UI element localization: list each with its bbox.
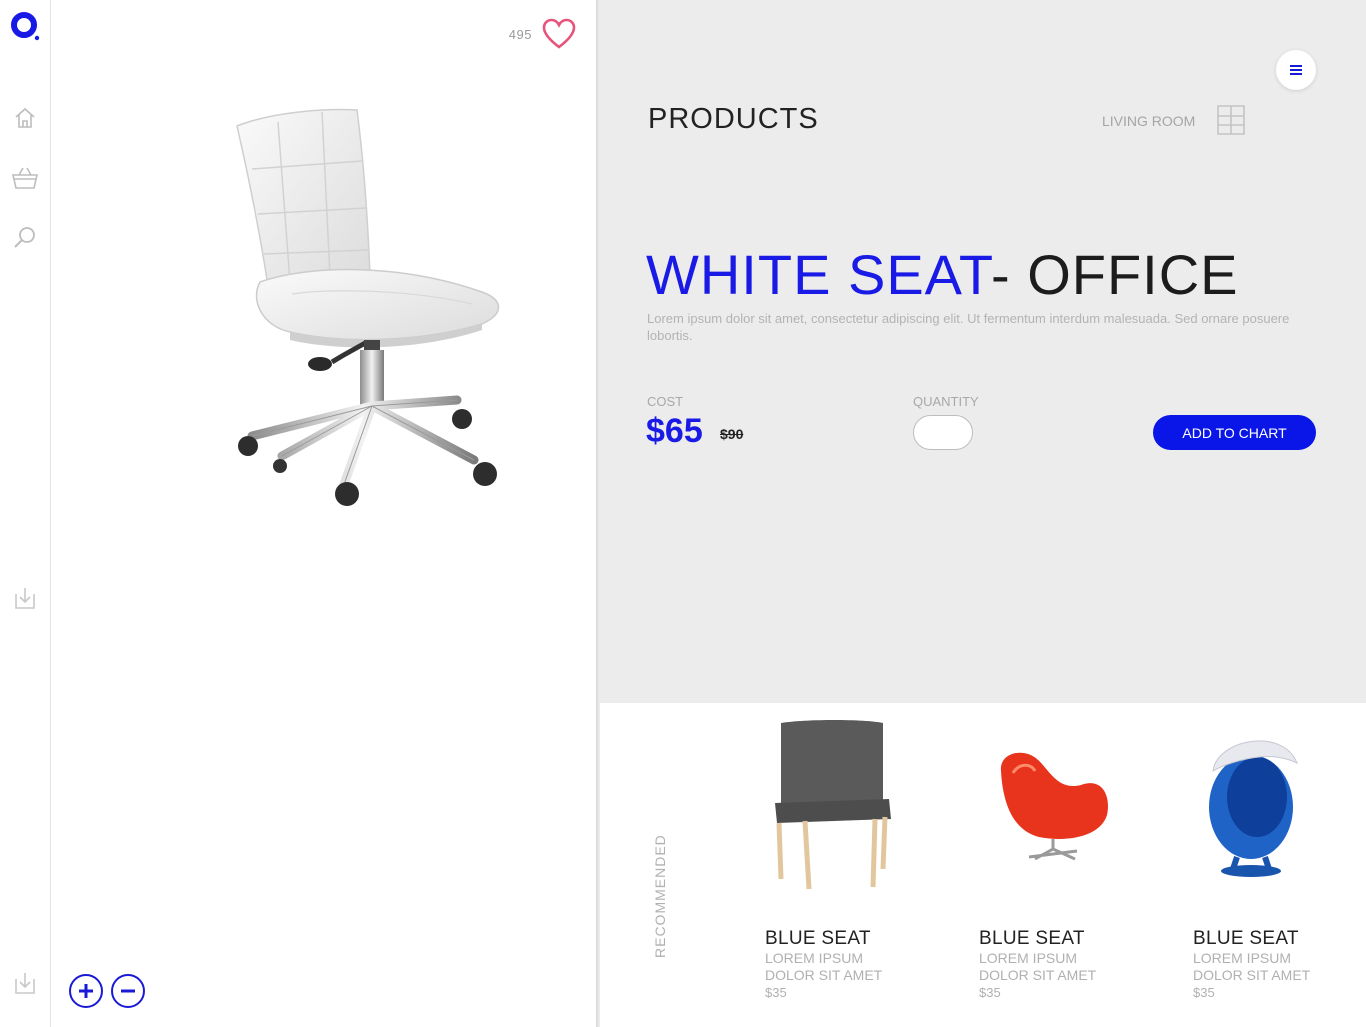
page-title: PRODUCTS bbox=[648, 103, 819, 135]
product-viewer: 495 bbox=[52, 0, 596, 1027]
zoom-in-button[interactable] bbox=[69, 974, 103, 1008]
shelf-icon[interactable] bbox=[1216, 104, 1246, 136]
product-title-highlight: WHITE SEAT bbox=[646, 243, 991, 306]
card-subtitle: LOREM IPSUM DOLOR SIT AMET bbox=[765, 950, 883, 983]
search-icon[interactable] bbox=[12, 224, 38, 250]
page: 495 PRODUCTS LIVING ROOM WHITE SEAT- OFF… bbox=[0, 0, 1366, 1027]
quantity-label: QUANTITY bbox=[913, 394, 979, 409]
card-title: BLUE SEAT bbox=[765, 928, 871, 949]
recommended-card[interactable]: BLUE SEAT LOREM IPSUM DOLOR SIT AMET $35 bbox=[765, 703, 935, 1027]
zoom-out-button[interactable] bbox=[111, 974, 145, 1008]
card-subtitle: LOREM IPSUM DOLOR SIT AMET bbox=[979, 950, 1097, 983]
card-price: $35 bbox=[979, 985, 1001, 1000]
recommended-label: RECOMMENDED bbox=[652, 834, 668, 958]
product-thumbnail bbox=[1209, 740, 1298, 877]
old-price: $90 bbox=[720, 426, 744, 442]
recommended-card[interactable]: BLUE SEAT LOREM IPSUM DOLOR SIT AMET $35 bbox=[1193, 703, 1363, 1027]
product-thumbnail bbox=[775, 720, 891, 890]
product-description: Lorem ipsum dolor sit amet, consectetur … bbox=[647, 311, 1290, 343]
recommended-section: RECOMMENDED BLUE SEAT LOREM IPSUM DOLOR S… bbox=[600, 703, 1366, 1027]
menu-button[interactable] bbox=[1276, 50, 1316, 90]
quantity-input[interactable] bbox=[913, 415, 973, 450]
category-link[interactable]: LIVING ROOM bbox=[1102, 113, 1195, 129]
zoom-in-icon bbox=[79, 984, 93, 998]
recommended-card[interactable]: BLUE SEAT LOREM IPSUM DOLOR SIT AMET $35 bbox=[979, 703, 1149, 1027]
likes-count: 495 bbox=[508, 26, 532, 42]
sidebar-rail bbox=[0, 0, 51, 1027]
card-subtitle: LOREM IPSUM DOLOR SIT AMET bbox=[1193, 950, 1311, 983]
card-title: BLUE SEAT bbox=[979, 928, 1085, 949]
product-details: PRODUCTS LIVING ROOM WHITE SEAT- OFFICE … bbox=[600, 0, 1366, 703]
download-icon[interactable] bbox=[12, 585, 38, 611]
home-icon[interactable] bbox=[12, 105, 38, 131]
product-thumbnail bbox=[1000, 752, 1108, 861]
basket-icon[interactable] bbox=[12, 165, 38, 191]
card-price: $35 bbox=[1193, 985, 1215, 1000]
download-icon[interactable] bbox=[12, 970, 38, 996]
cost-label: COST bbox=[647, 394, 684, 409]
card-price: $35 bbox=[765, 985, 787, 1000]
price: $65 bbox=[646, 412, 703, 450]
zoom-out-icon bbox=[121, 989, 135, 993]
add-to-cart-button[interactable]: ADD TO CHART bbox=[1153, 415, 1316, 450]
product-title: WHITE SEAT- OFFICE bbox=[646, 242, 1239, 307]
logo-icon[interactable] bbox=[10, 11, 40, 41]
product-image bbox=[236, 108, 500, 506]
menu-icon bbox=[1290, 65, 1302, 75]
product-title-rest: - OFFICE bbox=[991, 243, 1239, 306]
likes: 495 bbox=[509, 18, 576, 50]
heart-icon[interactable] bbox=[542, 18, 576, 50]
card-title: BLUE SEAT bbox=[1193, 928, 1299, 949]
